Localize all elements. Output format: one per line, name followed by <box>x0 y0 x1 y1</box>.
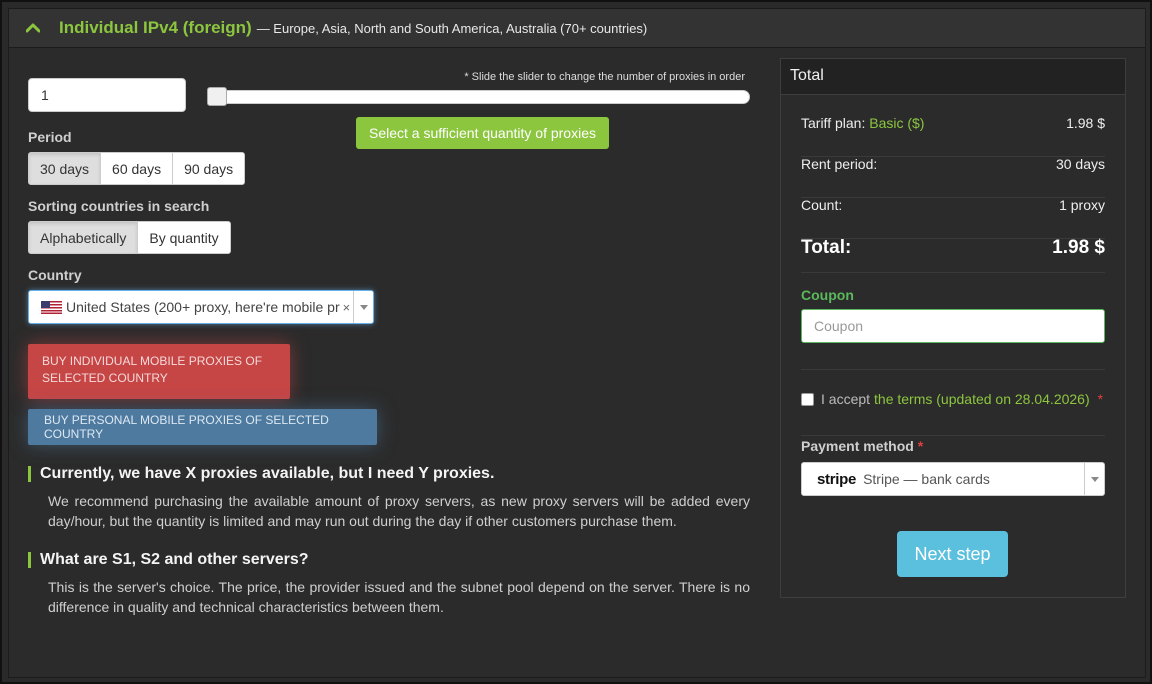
country-label: Country <box>28 267 82 283</box>
next-step-button[interactable]: Next step <box>897 531 1008 577</box>
period-option-60[interactable]: 60 days <box>101 153 174 184</box>
count-label: Count: <box>801 197 843 213</box>
payment-method-value: Stripe — bank cards <box>863 471 990 487</box>
chevron-up-icon[interactable] <box>23 18 43 38</box>
chevron-down-icon[interactable] <box>1084 463 1104 495</box>
sort-alphabetically-option[interactable]: Alphabetically <box>29 222 139 253</box>
required-marker: * <box>917 438 924 454</box>
faq-question: Currently, we have X proxies available, … <box>28 466 494 482</box>
stripe-logo-icon: stripe <box>817 470 857 488</box>
coupon-label: Coupon <box>801 287 854 303</box>
terms-prefix: I accept <box>821 391 871 407</box>
us-flag-icon <box>41 300 62 314</box>
tariff-cell: Tariff plan: Basic ($) <box>801 115 924 156</box>
period-option-30[interactable]: 30 days <box>29 153 102 184</box>
tariff-row: Tariff plan: Basic ($) 1.98 $ <box>801 115 1105 157</box>
section-title: Individual IPv4 (foreign) <box>59 18 252 37</box>
section-header[interactable]: Individual IPv4 (foreign) — Europe, Asia… <box>8 8 1146 48</box>
period-option-90[interactable]: 90 days <box>173 153 245 184</box>
rent-period-value: 30 days <box>1055 156 1105 172</box>
payment-label-text: Payment method <box>801 438 914 454</box>
period-selector: 30 days 60 days 90 days <box>28 152 246 185</box>
select-quantity-button[interactable]: Select a sufficient quantity of proxies <box>356 117 609 149</box>
chevron-down-icon[interactable] <box>353 291 373 323</box>
sort-by-quantity-option[interactable]: By quantity <box>138 222 230 253</box>
total-value: 1.98 $ <box>1052 237 1105 258</box>
country-select[interactable]: United States (200+ proxy, here're mobil… <box>28 290 374 324</box>
quantity-slider-handle[interactable] <box>207 87 227 106</box>
terms-row: I accept the terms (updated on 28.04.202… <box>801 391 1103 407</box>
divider <box>801 435 1105 436</box>
total-label: Total: <box>801 237 852 258</box>
coupon-input[interactable]: Coupon <box>801 309 1105 343</box>
rent-period-label: Rent period: <box>801 156 878 172</box>
divider <box>801 369 1105 370</box>
faq-question: What are S1, S2 and other servers? <box>28 552 309 568</box>
count-row: Count: 1 proxy <box>801 197 1105 239</box>
tariff-price: 1.98 $ <box>1066 115 1105 131</box>
required-marker: * <box>1097 391 1104 407</box>
order-summary-panel: Total Tariff plan: Basic ($) 1.98 $ Rent… <box>780 58 1126 598</box>
count-value: 1 proxy <box>1059 197 1105 213</box>
faq-answer: We recommend purchasing the available am… <box>48 493 750 529</box>
quantity-slider-track[interactable] <box>207 90 750 104</box>
summary-title: Total <box>781 59 1125 95</box>
terms-checkbox[interactable] <box>801 392 814 406</box>
payment-method-select[interactable]: stripe Stripe — bank cards <box>801 462 1105 496</box>
buy-personal-mobile-button[interactable]: BUY PERSONAL MOBILE PROXIES OF SELECTED … <box>28 409 377 445</box>
faq-answer: This is the server's choice. The price, … <box>48 579 750 615</box>
section-subtitle: — Europe, Asia, North and South America,… <box>256 20 648 36</box>
slider-note: * Slide the slider to change the number … <box>464 71 745 83</box>
buy-individual-mobile-button[interactable]: BUY INDIVIDUAL MOBILE PROXIES OF SELECTE… <box>28 344 290 399</box>
sorting-selector: Alphabetically By quantity <box>28 221 231 254</box>
sorting-label: Sorting countries in search <box>28 198 210 214</box>
rent-period-row: Rent period: 30 days <box>801 156 1105 198</box>
clear-icon[interactable]: × <box>340 300 354 315</box>
tariff-link[interactable]: Basic ($) <box>869 115 924 131</box>
payment-method-label: Payment method * <box>801 438 923 454</box>
terms-link[interactable]: the terms (updated on 28.04.2026) <box>874 391 1090 407</box>
period-label: Period <box>28 129 72 145</box>
tariff-label: Tariff plan: <box>801 115 866 131</box>
country-select-value: United States (200+ proxy, here're mobil… <box>66 299 340 315</box>
quantity-input[interactable]: 1 <box>28 78 186 112</box>
total-row: Total: 1.98 $ <box>801 237 1105 273</box>
